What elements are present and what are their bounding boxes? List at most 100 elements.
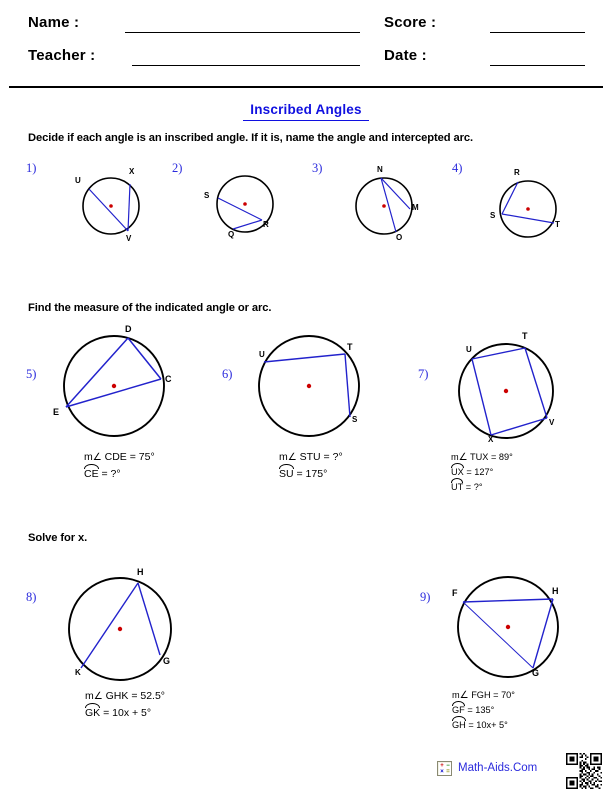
arc-name: UT	[451, 477, 464, 495]
angle-value: = 70°	[490, 690, 515, 700]
problem-number-5: 5)	[26, 367, 37, 381]
point-label-H: H	[552, 586, 559, 596]
instruction-section-3: Solve for x.	[28, 532, 88, 544]
point-label-X: X	[129, 167, 135, 176]
equation-line: m∠ GHK = 52.5°	[85, 690, 166, 702]
figure-problem-1: U X V	[75, 167, 144, 246]
point-label-T: T	[555, 220, 560, 229]
page-title-underline	[243, 120, 369, 121]
problem-number-6: 6)	[222, 367, 233, 381]
angle-value: = 52.5°	[128, 690, 166, 702]
angle-name: STU	[299, 451, 321, 463]
point-label-S: S	[490, 211, 496, 220]
point-label-T: T	[522, 331, 528, 341]
angle-value: = 89°	[488, 452, 513, 462]
point-label-S: S	[352, 415, 358, 424]
arc-value: = 175°	[293, 467, 328, 480]
equations-problem-8: m∠ GHK = 52.5° GK = 10x + 5°	[85, 689, 165, 721]
angle-name: CDE	[104, 451, 127, 463]
point-label-V: V	[126, 234, 132, 243]
point-label-G: G	[163, 656, 171, 666]
angle-symbol: ∠	[287, 452, 297, 463]
arc-name: GH	[452, 715, 466, 733]
equation-line: SU = 175°	[279, 463, 343, 482]
point-label-U: U	[466, 345, 472, 354]
problem-number-9: 9)	[420, 590, 431, 604]
name-label: Name :	[28, 14, 80, 31]
math-aids-site-link[interactable]: Math-Aids.Com	[458, 762, 537, 774]
point-label-F: F	[452, 588, 458, 598]
page-title: Inscribed Angles	[250, 102, 362, 117]
figure-problem-6: U T S	[257, 334, 365, 440]
equation-line: GK = 10x + 5°	[85, 702, 165, 721]
score-input-line[interactable]	[490, 32, 585, 33]
problem-number-7: 7)	[418, 367, 429, 381]
equation-line: UX = 127°	[451, 463, 513, 480]
equations-problem-6: m∠ STU = ?° SU = 175°	[279, 450, 343, 482]
problem-number-3: 3)	[312, 161, 323, 175]
equation-line: CE = ?°	[84, 463, 155, 482]
teacher-label: Teacher :	[28, 47, 96, 64]
angle-name: FGH	[471, 690, 491, 700]
arc-name: GK	[85, 702, 101, 721]
math-aids-logo-icon: + − × =	[437, 761, 452, 776]
point-label-Q: Q	[228, 230, 235, 239]
qr-code	[566, 753, 602, 794]
point-label-S: S	[204, 191, 210, 200]
calc-key-equals: =	[445, 769, 451, 775]
calculator-icon: + − × =	[437, 761, 452, 776]
point-label-N: N	[377, 165, 383, 174]
point-label-T: T	[347, 342, 353, 352]
equation-line: UT = ?°	[451, 477, 513, 495]
point-label-O: O	[396, 233, 403, 242]
instruction-section-1: Decide if each angle is an inscribed ang…	[28, 132, 473, 144]
point-label-D: D	[125, 324, 132, 334]
point-label-M: M	[412, 203, 419, 212]
point-label-R: R	[514, 168, 520, 177]
equations-problem-7: m∠ TUX = 89° UX = 127° UT = ?°	[451, 450, 513, 495]
date-label: Date :	[384, 47, 427, 64]
angle-symbol: ∠	[459, 690, 469, 701]
angle-symbol: ∠	[92, 452, 102, 463]
angle-value: = 75°	[126, 451, 155, 463]
point-label-H: H	[137, 567, 144, 577]
date-input-line[interactable]	[490, 65, 585, 66]
angle-symbol: ∠	[93, 691, 103, 702]
figure-problem-7: U T V X	[455, 332, 561, 445]
arc-value: = 135°	[464, 705, 495, 715]
point-label-C: C	[165, 374, 172, 384]
equations-problem-9: m∠ FGH = 70° GF = 135° GH = 10x+ 5°	[452, 688, 515, 733]
arc-name: SU	[279, 463, 294, 482]
equation-line: GH = 10x+ 5°	[452, 715, 515, 733]
problem-number-2: 2)	[172, 161, 183, 175]
equation-line: m∠ CDE = 75°	[84, 451, 155, 463]
point-label-E: E	[53, 407, 60, 417]
point-label-R: R	[263, 220, 269, 229]
point-label-U: U	[259, 350, 265, 359]
header-divider	[9, 86, 603, 88]
point-label-G: G	[532, 668, 540, 678]
arc-name: CE	[84, 463, 99, 482]
angle-value: = ?°	[320, 451, 343, 463]
figure-problem-5: D C E	[53, 325, 172, 440]
arc-value: = ?°	[98, 467, 121, 480]
arc-value: = 10x+ 5°	[465, 719, 508, 730]
problem-number-8: 8)	[26, 590, 37, 604]
arc-value: = ?°	[463, 481, 483, 492]
figure-problem-2: S R Q	[204, 172, 278, 244]
figure-problem-8: H G K	[68, 568, 176, 685]
figure-problem-9: F H G	[452, 575, 561, 683]
equations-problem-5: m∠ CDE = 75° CE = ?°	[84, 450, 155, 482]
point-label-V: V	[549, 418, 555, 427]
point-label-K: K	[75, 668, 81, 677]
angle-name: GHK	[105, 690, 129, 702]
angle-symbol: ∠	[458, 452, 468, 463]
figure-problem-4: R S T	[490, 169, 563, 246]
arc-value: = 10x + 5°	[100, 706, 152, 719]
teacher-input-line[interactable]	[132, 65, 360, 66]
name-input-line[interactable]	[125, 32, 360, 33]
problem-number-4: 4)	[452, 161, 463, 175]
figure-problem-3: N M O	[355, 166, 421, 246]
qr-code-image	[566, 753, 602, 789]
angle-name: TUX	[470, 452, 489, 462]
